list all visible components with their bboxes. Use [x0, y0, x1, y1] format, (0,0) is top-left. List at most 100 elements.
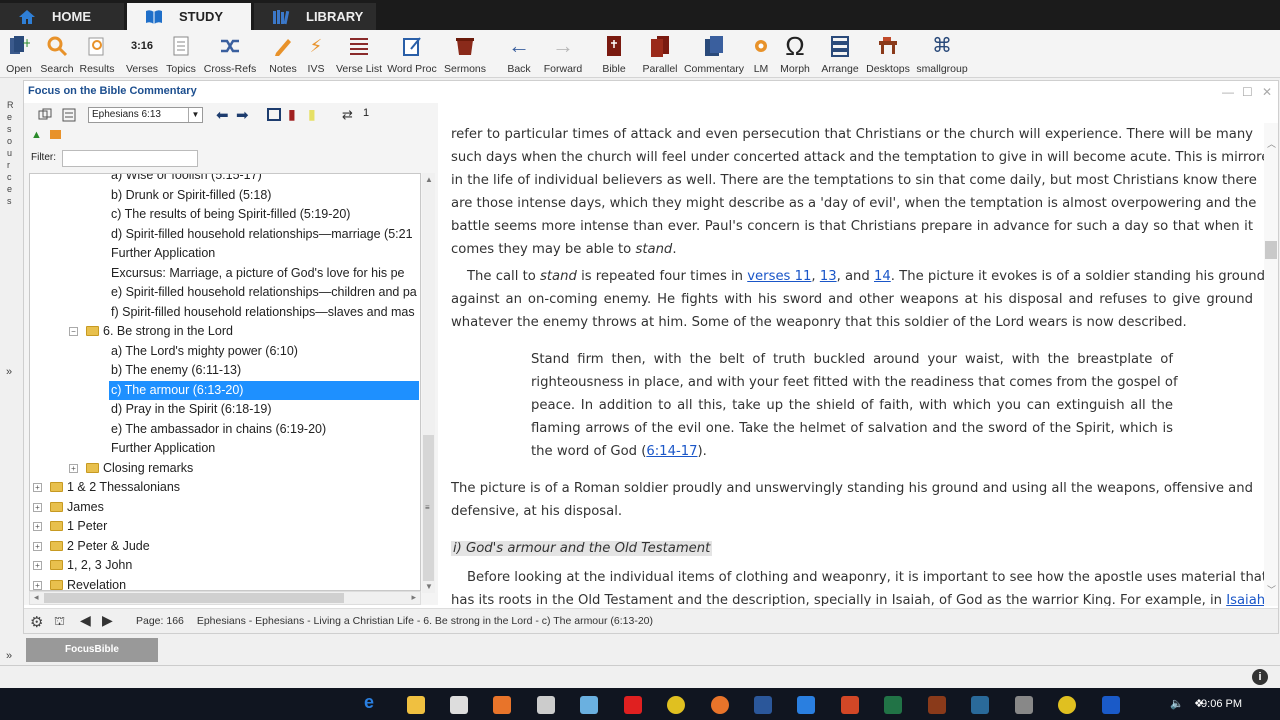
- lm-button[interactable]: LM: [750, 34, 772, 78]
- tree-item[interactable]: Further Application: [111, 439, 215, 458]
- forward-button[interactable]: → Forward: [543, 34, 583, 78]
- app-icon[interactable]: [928, 696, 946, 714]
- word-proc-button[interactable]: Word Proc: [387, 34, 437, 78]
- taskbar-clock[interactable]: 9:06 PM: [1201, 698, 1242, 710]
- tree-item[interactable]: d) Pray in the Spirit (6:18-19): [111, 400, 272, 419]
- results-button[interactable]: Results: [80, 34, 115, 78]
- desktops-button[interactable]: Desktops: [866, 34, 910, 78]
- filter-input[interactable]: [62, 150, 198, 167]
- tree-item[interactable]: Excursus: Marriage, a picture of God's l…: [111, 264, 405, 283]
- expand-strip-icon[interactable]: »: [6, 650, 12, 662]
- verse-link[interactable]: Isaiah: [1226, 593, 1264, 606]
- info-icon[interactable]: i: [1252, 669, 1268, 685]
- history-icon[interactable]: ⛫: [54, 614, 65, 630]
- file-explorer-icon[interactable]: [407, 696, 425, 714]
- folder-icon[interactable]: [50, 130, 61, 139]
- window-counter[interactable]: 1: [363, 107, 369, 119]
- volume-icon[interactable]: 🔈: [1170, 697, 1184, 710]
- tree-horizontal-scrollbar[interactable]: ◂ ▸: [29, 591, 421, 605]
- morph-button[interactable]: Ω Morph: [778, 33, 812, 78]
- tree-hscroll-thumb[interactable]: [44, 593, 344, 603]
- previous-page-icon[interactable]: ◀: [80, 612, 91, 629]
- smallgroup-button[interactable]: ⌘ smallgroup: [914, 34, 970, 78]
- next-page-icon[interactable]: ▶: [102, 612, 113, 629]
- tree-item[interactable]: e) The ambassador in chains (6:19-20): [111, 420, 326, 439]
- search-button[interactable]: Search: [40, 34, 74, 78]
- expand-icon[interactable]: +: [33, 502, 42, 512]
- close-icon[interactable]: ✕: [1262, 85, 1272, 99]
- tab-library[interactable]: LIBRARY: [254, 3, 376, 30]
- sync-icon[interactable]: [38, 108, 52, 122]
- expand-icon[interactable]: +: [33, 561, 42, 570]
- verse-link[interactable]: 13: [820, 269, 837, 284]
- tree-view-icon[interactable]: [62, 108, 76, 122]
- tree-item[interactable]: e) Spirit-filled household relationships…: [111, 283, 417, 302]
- firefox-icon[interactable]: [711, 696, 729, 714]
- tree-item[interactable]: Revelation: [50, 576, 126, 590]
- tree-item[interactable]: Further Application: [111, 244, 215, 263]
- minimize-icon[interactable]: ―: [1222, 85, 1234, 99]
- music-icon[interactable]: [971, 696, 989, 714]
- verse-link[interactable]: 14: [874, 269, 891, 284]
- open-button[interactable]: + Open: [5, 34, 33, 78]
- tab-home[interactable]: HOME: [0, 3, 124, 30]
- tree-item[interactable]: b) The enemy (6:11-13): [111, 361, 241, 380]
- shield-icon[interactable]: [1102, 696, 1120, 714]
- tree-item[interactable]: 6. Be strong in the Lord: [86, 322, 233, 341]
- expand-icon[interactable]: +: [69, 463, 78, 473]
- verses-button[interactable]: 3:16 Verses: [126, 34, 158, 78]
- tree-item[interactable]: Closing remarks: [86, 459, 193, 478]
- tree-item[interactable]: 2 Peter & Jude: [50, 537, 150, 556]
- wordsearch-icon[interactable]: [797, 696, 815, 714]
- reference-input[interactable]: Ephesians 6:13: [88, 107, 203, 123]
- tree-item[interactable]: f) Spirit-filled household relationships…: [111, 303, 415, 322]
- tree-item[interactable]: a) Wise or foolish (5:15-17): [111, 174, 262, 185]
- tree-vertical-scrollbar[interactable]: ▲ ≡ ▼: [422, 173, 435, 593]
- edge-icon[interactable]: e: [364, 692, 382, 712]
- verse-list-button[interactable]: Verse List: [336, 34, 382, 78]
- excel-icon[interactable]: [884, 696, 902, 714]
- expand-icon[interactable]: +: [33, 483, 42, 492]
- store-icon[interactable]: [450, 696, 468, 714]
- tree-item[interactable]: c) The results of being Spirit-filled (5…: [111, 205, 350, 224]
- text-vertical-scrollbar[interactable]: ︿ ﹀: [1264, 123, 1278, 606]
- verse-link[interactable]: verses 11: [747, 269, 811, 284]
- chevron-down-icon[interactable]: ▼: [188, 108, 202, 122]
- chrome-icon[interactable]: [667, 696, 685, 714]
- tree-item[interactable]: b) Drunk or Spirit-filled (5:18): [111, 186, 271, 205]
- layout-icon[interactable]: [267, 108, 281, 121]
- arrange-button[interactable]: Arrange: [820, 34, 860, 78]
- text-scroll-thumb[interactable]: [1265, 241, 1277, 259]
- collapse-icon[interactable]: −: [69, 327, 78, 336]
- maximize-icon[interactable]: ☐: [1242, 85, 1253, 99]
- tree-item[interactable]: 1 Peter: [50, 517, 107, 536]
- expand-icon[interactable]: +: [33, 522, 42, 531]
- next-arrow-icon[interactable]: ➡: [236, 106, 249, 124]
- tree-item[interactable]: 1 & 2 Thessalonians: [50, 478, 180, 497]
- paint-icon[interactable]: [624, 696, 642, 714]
- resources-strip[interactable]: R e s o u r c e s » »: [0, 80, 22, 665]
- tree-item[interactable]: a) The Lord's mighty power (6:10): [111, 342, 298, 361]
- bible-button[interactable]: Bible: [600, 34, 628, 78]
- parallel-button[interactable]: Parallel: [642, 34, 678, 78]
- norton-icon[interactable]: [1058, 696, 1076, 714]
- word-icon[interactable]: [754, 696, 772, 714]
- tree-item-selected[interactable]: c) The armour (6:13-20): [109, 380, 419, 400]
- powerpoint-icon[interactable]: [841, 696, 859, 714]
- expand-icon[interactable]: +: [33, 580, 42, 590]
- gear-icon[interactable]: ⚙: [30, 613, 43, 631]
- tree-item[interactable]: d) Spirit-filled household relationships…: [111, 225, 413, 244]
- highlight-icon[interactable]: ▮: [308, 106, 316, 123]
- sermons-button[interactable]: Sermons: [443, 34, 487, 78]
- focusbible-tab[interactable]: FocusBible: [26, 638, 158, 662]
- notes-app-icon[interactable]: [580, 696, 598, 714]
- back-button[interactable]: ← Back: [505, 34, 533, 78]
- verse-link[interactable]: 6:14-17: [646, 444, 697, 459]
- tree-item[interactable]: 1, 2, 3 John: [50, 556, 132, 575]
- previous-arrow-icon[interactable]: ⬅: [216, 106, 229, 124]
- expand-icon[interactable]: +: [33, 541, 42, 551]
- notes-button[interactable]: Notes: [268, 34, 298, 78]
- tab-study[interactable]: STUDY: [127, 3, 251, 30]
- calculator-icon[interactable]: [537, 696, 555, 714]
- expand-strip-icon[interactable]: »: [6, 366, 12, 378]
